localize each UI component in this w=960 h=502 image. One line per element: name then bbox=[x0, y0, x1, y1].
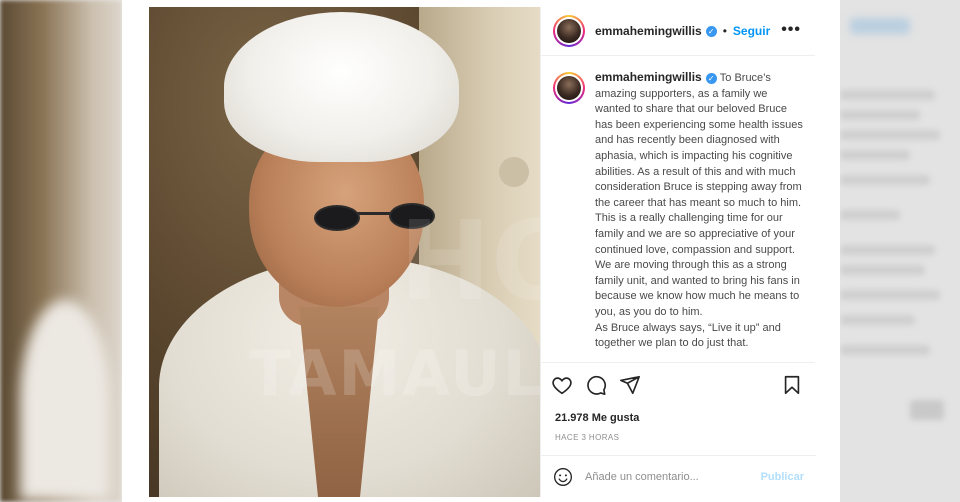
watermark-bottom: TAMAULI bbox=[249, 337, 540, 410]
more-icon[interactable]: ••• bbox=[781, 21, 801, 39]
caption-username[interactable]: emmahemingwillis bbox=[595, 70, 702, 84]
caption-paragraph: To Bruce’s amazing supporters, as a fami… bbox=[595, 72, 803, 209]
separator-dot: • bbox=[722, 24, 727, 38]
heart-icon[interactable] bbox=[551, 374, 573, 396]
avatar[interactable] bbox=[553, 15, 585, 47]
comment-input[interactable] bbox=[585, 470, 745, 483]
instagram-post: HO TAMAULI emmahemingwillis ✓ • Seguir •… bbox=[122, 0, 840, 502]
comment-icon[interactable] bbox=[585, 374, 607, 396]
post-photo[interactable]: HO TAMAULI bbox=[149, 7, 540, 497]
caption-paragraph: This is a really challenging time for ou… bbox=[595, 212, 800, 318]
post-header: emmahemingwillis ✓ • Seguir ••• bbox=[541, 7, 815, 56]
blurred-background-right bbox=[840, 0, 960, 502]
avatar[interactable] bbox=[553, 72, 585, 104]
caption-paragraph: As Bruce always says, “Live it up” and t… bbox=[595, 321, 781, 350]
share-icon[interactable] bbox=[619, 374, 641, 396]
post-timestamp[interactable]: HACE 3 HORAS bbox=[541, 424, 815, 442]
verified-icon: ✓ bbox=[705, 25, 717, 37]
publish-button[interactable]: Publicar bbox=[761, 471, 804, 483]
comments-area[interactable]: emmahemingwillis ✓ To Bruce’s amazing sup… bbox=[541, 56, 815, 362]
blurred-background-left bbox=[0, 0, 122, 502]
bookmark-icon[interactable] bbox=[781, 374, 803, 396]
verified-icon: ✓ bbox=[705, 72, 717, 84]
username-link[interactable]: emmahemingwillis bbox=[595, 24, 702, 38]
add-comment-bar: Publicar bbox=[541, 455, 816, 497]
post-caption: emmahemingwillis ✓ To Bruce’s amazing sup… bbox=[595, 70, 803, 362]
action-bar bbox=[541, 362, 815, 406]
likes-count[interactable]: 21.978 Me gusta bbox=[541, 406, 815, 424]
emoji-icon[interactable] bbox=[553, 467, 573, 487]
watermark-top: HO bbox=[399, 197, 540, 325]
post-side-panel: emmahemingwillis ✓ • Seguir ••• emmahemi… bbox=[540, 7, 816, 497]
follow-button[interactable]: Seguir bbox=[733, 24, 770, 38]
